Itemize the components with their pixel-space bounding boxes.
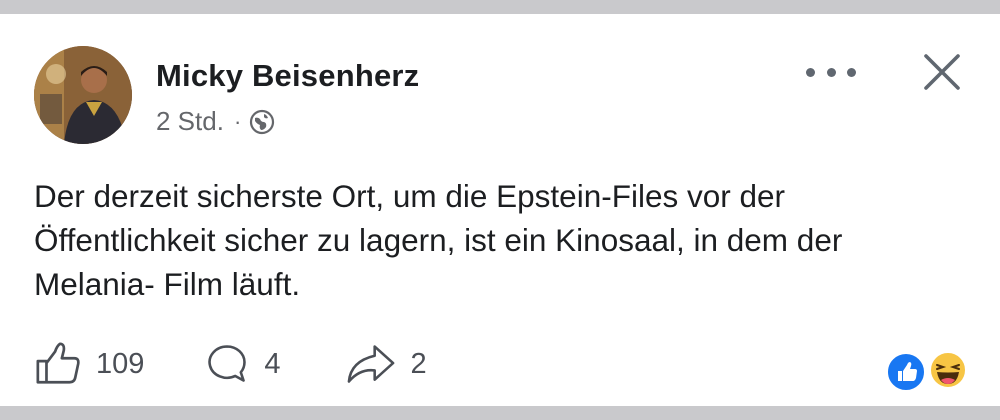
comment-icon xyxy=(208,345,247,382)
dot xyxy=(806,67,815,77)
globe-icon xyxy=(249,109,275,135)
like-count: 109 xyxy=(96,347,145,380)
more-options-icon[interactable] xyxy=(806,60,856,84)
dot xyxy=(826,67,836,77)
dot xyxy=(847,67,856,77)
author-avatar[interactable] xyxy=(34,46,132,144)
meta-separator: · xyxy=(233,108,242,134)
share-count: 2 xyxy=(410,347,427,380)
comment-count: 4 xyxy=(264,347,281,380)
like-button[interactable]: 109 xyxy=(34,340,144,388)
close-icon[interactable] xyxy=(922,52,962,92)
post-card: Micky Beisenherz 2 Std. · Der derzeit si… xyxy=(0,14,1000,406)
post-text: Der derzeit sicherste Ort, um die Epstei… xyxy=(34,178,843,302)
comment-button[interactable]: 4 xyxy=(204,341,281,387)
reactions-summary[interactable] xyxy=(886,348,976,392)
like-reaction-icon xyxy=(886,352,926,392)
author-name[interactable]: Micky Beisenherz xyxy=(156,58,419,94)
haha-reaction-icon xyxy=(928,350,968,390)
post-meta: 2 Std. · xyxy=(156,106,275,137)
share-button[interactable]: 2 xyxy=(345,341,427,387)
post-timestamp[interactable]: 2 Std. xyxy=(156,106,224,137)
post-actions: 109 4 2 xyxy=(34,339,427,389)
thumbs-up-icon xyxy=(36,342,80,384)
share-icon xyxy=(347,345,394,383)
avatar-photo xyxy=(34,46,132,144)
